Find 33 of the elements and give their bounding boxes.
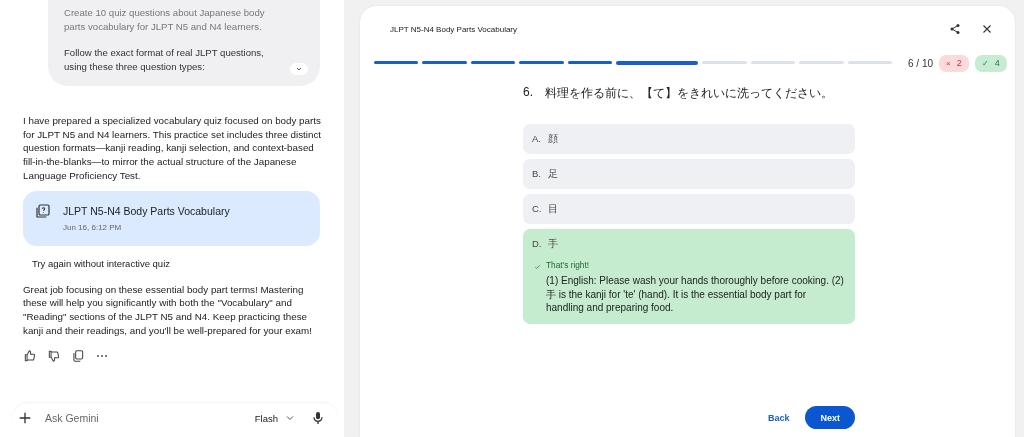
chat-input-field[interactable]: Ask Gemini — [43, 411, 255, 425]
share-icon[interactable] — [949, 23, 961, 35]
question-number: 6. — [523, 85, 534, 101]
close-icon[interactable] — [981, 23, 993, 35]
quiz-card[interactable]: JLPT N5-N4 Body Parts Vocabulary Jun 16, 6:12 PM — [23, 190, 320, 246]
thumbs-up-icon[interactable] — [23, 349, 37, 364]
next-button[interactable]: Next — [805, 406, 855, 429]
answer-option[interactable]: C. 目 — [523, 194, 855, 224]
correct-count-badge: ✓ 4 — [974, 54, 1007, 72]
question-counter: 6 / 10 — [908, 57, 934, 69]
microphone-icon[interactable] — [310, 410, 326, 426]
back-button[interactable]: Back — [757, 406, 800, 429]
response-text: Great job focusing on these essential body part terms! Mastering these will help you significantly with both the "Vocabulary" and "Reading" sections of the JLPT N5 and N4. Keep practicing these kanji and their readings, and you'll be well-prepared for your exam! — [23, 282, 313, 338]
quiz-icon — [35, 202, 51, 219]
add-icon[interactable] — [17, 410, 33, 426]
copy-icon[interactable] — [71, 349, 85, 364]
message-text: Follow the exact format of real JLPT questions, using these three question types: — [64, 46, 265, 74]
feedback-text: (1) English: Please wash your hands thoroughly before cooking. (2) 手 is the kanji for 'te' (hand). It is the essential body part for handling and preparing food. — [546, 274, 845, 315]
answer-option[interactable]: D. 手 That's right! (1) English: Please wash your hands thoroughly before cooking. (2) 手 is the kanji for 'te' (hand). It is the essential body part for handling and preparing food. — [523, 229, 855, 324]
retry-link[interactable]: Try again without interactive quiz — [32, 257, 344, 270]
question-text: 料理を作る前に、【て】をきれいに洗ってください。 — [545, 85, 833, 102]
quiz-card-title: JLPT N5-N4 Body Parts Vocabulary — [63, 203, 230, 219]
message-text: Create 10 quiz questions about Japanese body parts vocabulary for JLPT N5 and N4 learners. — [64, 6, 266, 34]
check-icon — [534, 262, 541, 272]
quiz-card-date: Jun 16, 6:12 PM — [63, 222, 123, 232]
quiz-title: JLPT N5-N4 Body Parts Vocabulary — [390, 24, 519, 34]
feedback-title: That's right! — [546, 260, 591, 271]
answer-option[interactable]: B. 足 — [523, 159, 855, 189]
model-selector[interactable]: Flash — [254, 412, 296, 424]
wrong-count-badge: × 2 — [939, 54, 969, 72]
answer-option[interactable]: A. 顔 — [523, 124, 855, 154]
thumbs-down-icon[interactable] — [47, 349, 61, 364]
response-text: I have prepared a specialized vocabulary quiz focused on body parts for JLPT N5 and N4 learners. This practice set includes three distinct question formats—kanji reading, kanji selection, and context-based fill-in-the-blanks—to mirror the actual structure of the Japanese Language Proficiency Test. — [23, 114, 323, 183]
